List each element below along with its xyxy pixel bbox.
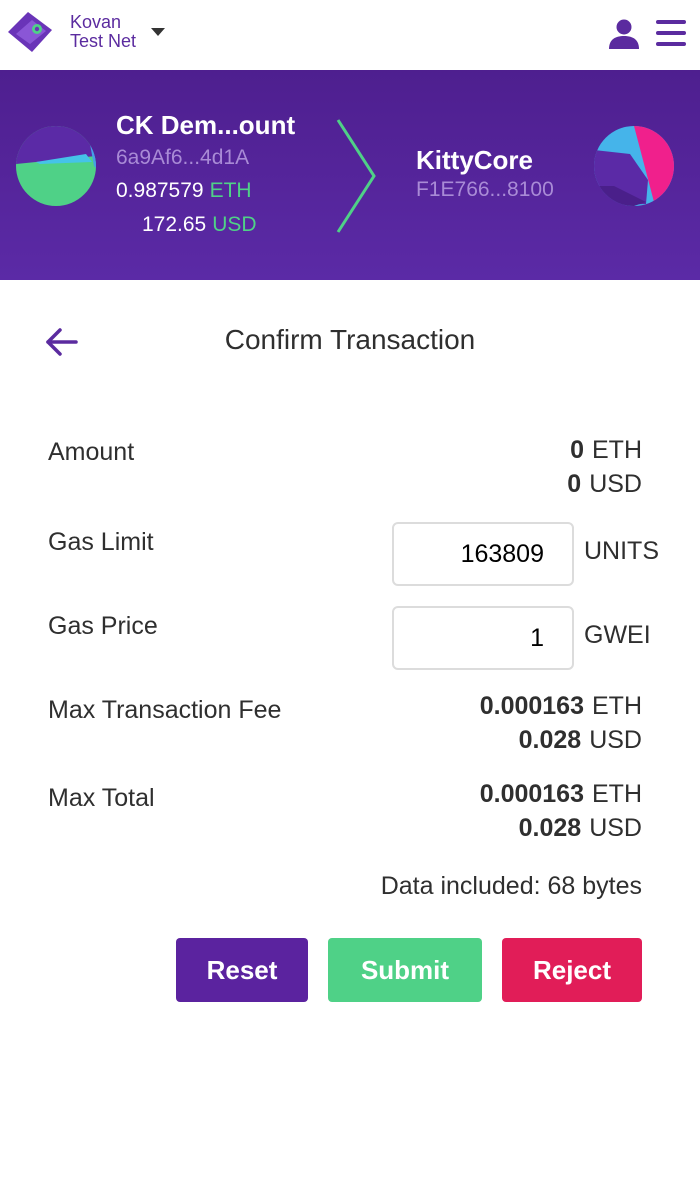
amount-eth: 0 ETH [570, 436, 642, 465]
max-total-label: Max Total [48, 784, 155, 812]
gas-price-label: Gas Price [48, 612, 158, 640]
network-selector[interactable]: Kovan Test Net [70, 13, 136, 51]
max-fee-usd-unit: USD [589, 726, 642, 754]
gas-price-unit: GWEI [584, 621, 651, 649]
from-account-name: CK Dem...ount [116, 110, 296, 140]
from-account-address: 6a9Af6...4d1A [116, 146, 250, 169]
gas-limit-label: Gas Limit [48, 528, 154, 556]
amount-usd: 0 USD [567, 470, 642, 499]
page-title: Confirm Transaction [224, 324, 476, 355]
to-contract-address: F1E766...8100 [416, 178, 554, 201]
amount-usd-value: 0 [567, 470, 582, 498]
max-fee-eth-unit: ETH [592, 692, 642, 720]
gas-limit-unit: UNITS [584, 537, 659, 565]
max-total-usd: 0.028 USD [519, 814, 642, 843]
reject-button[interactable]: Reject [502, 938, 642, 1002]
reset-button[interactable]: Reset [176, 938, 308, 1002]
max-total-eth-unit: ETH [592, 780, 642, 808]
network-name-line2: Test Net [70, 31, 137, 51]
from-usd-balance: 172.65 USD [142, 213, 257, 237]
hamburger-menu-icon[interactable] [656, 20, 686, 46]
confirm-transaction-panel: Confirm Transaction Amount 0 ETH 0 USD Gas… [0, 280, 700, 1178]
from-account-identicon [16, 126, 96, 206]
amount-eth-unit: ETH [592, 436, 642, 464]
user-icon[interactable] [608, 18, 640, 50]
app-header: Kovan Test Net [0, 0, 700, 70]
max-fee-usd: 0.028 USD [519, 726, 642, 755]
from-eth-balance: 0.987579 ETH [116, 179, 252, 203]
data-included-note: Data included: 68 bytes [380, 872, 642, 900]
amount-usd-unit: USD [589, 470, 642, 498]
to-contract-identicon [594, 126, 674, 206]
max-total-eth-value: 0.000163 [479, 780, 584, 808]
transaction-parties-banner: CK Dem...ount 6a9Af6...4d1A 0.987579 ETH … [0, 70, 700, 280]
eth-unit: ETH [209, 179, 252, 202]
gas-price-input[interactable] [392, 606, 574, 670]
max-total-eth: 0.000163 ETH [480, 780, 642, 809]
max-total-usd-value: 0.028 [518, 814, 582, 842]
network-name-line1: Kovan [70, 12, 122, 32]
gas-limit-input[interactable] [392, 522, 574, 586]
amount-label: Amount [48, 438, 135, 466]
to-contract-name: KittyCore [416, 145, 534, 175]
max-fee-usd-value: 0.028 [518, 726, 582, 754]
max-fee-eth-value: 0.000163 [479, 692, 584, 720]
wallet-logo-icon[interactable] [6, 10, 54, 56]
max-fee-eth: 0.000163 ETH [480, 692, 642, 721]
submit-button[interactable]: Submit [328, 938, 482, 1002]
usd-unit: USD [212, 213, 257, 236]
eth-balance-value: 0.987579 [116, 179, 204, 202]
max-total-usd-unit: USD [589, 814, 642, 842]
chevron-right-icon [336, 119, 376, 233]
usd-balance-value: 172.65 [142, 213, 207, 236]
caret-down-icon[interactable] [151, 28, 165, 36]
max-fee-label: Max Transaction Fee [48, 696, 282, 724]
amount-eth-value: 0 [570, 436, 584, 464]
